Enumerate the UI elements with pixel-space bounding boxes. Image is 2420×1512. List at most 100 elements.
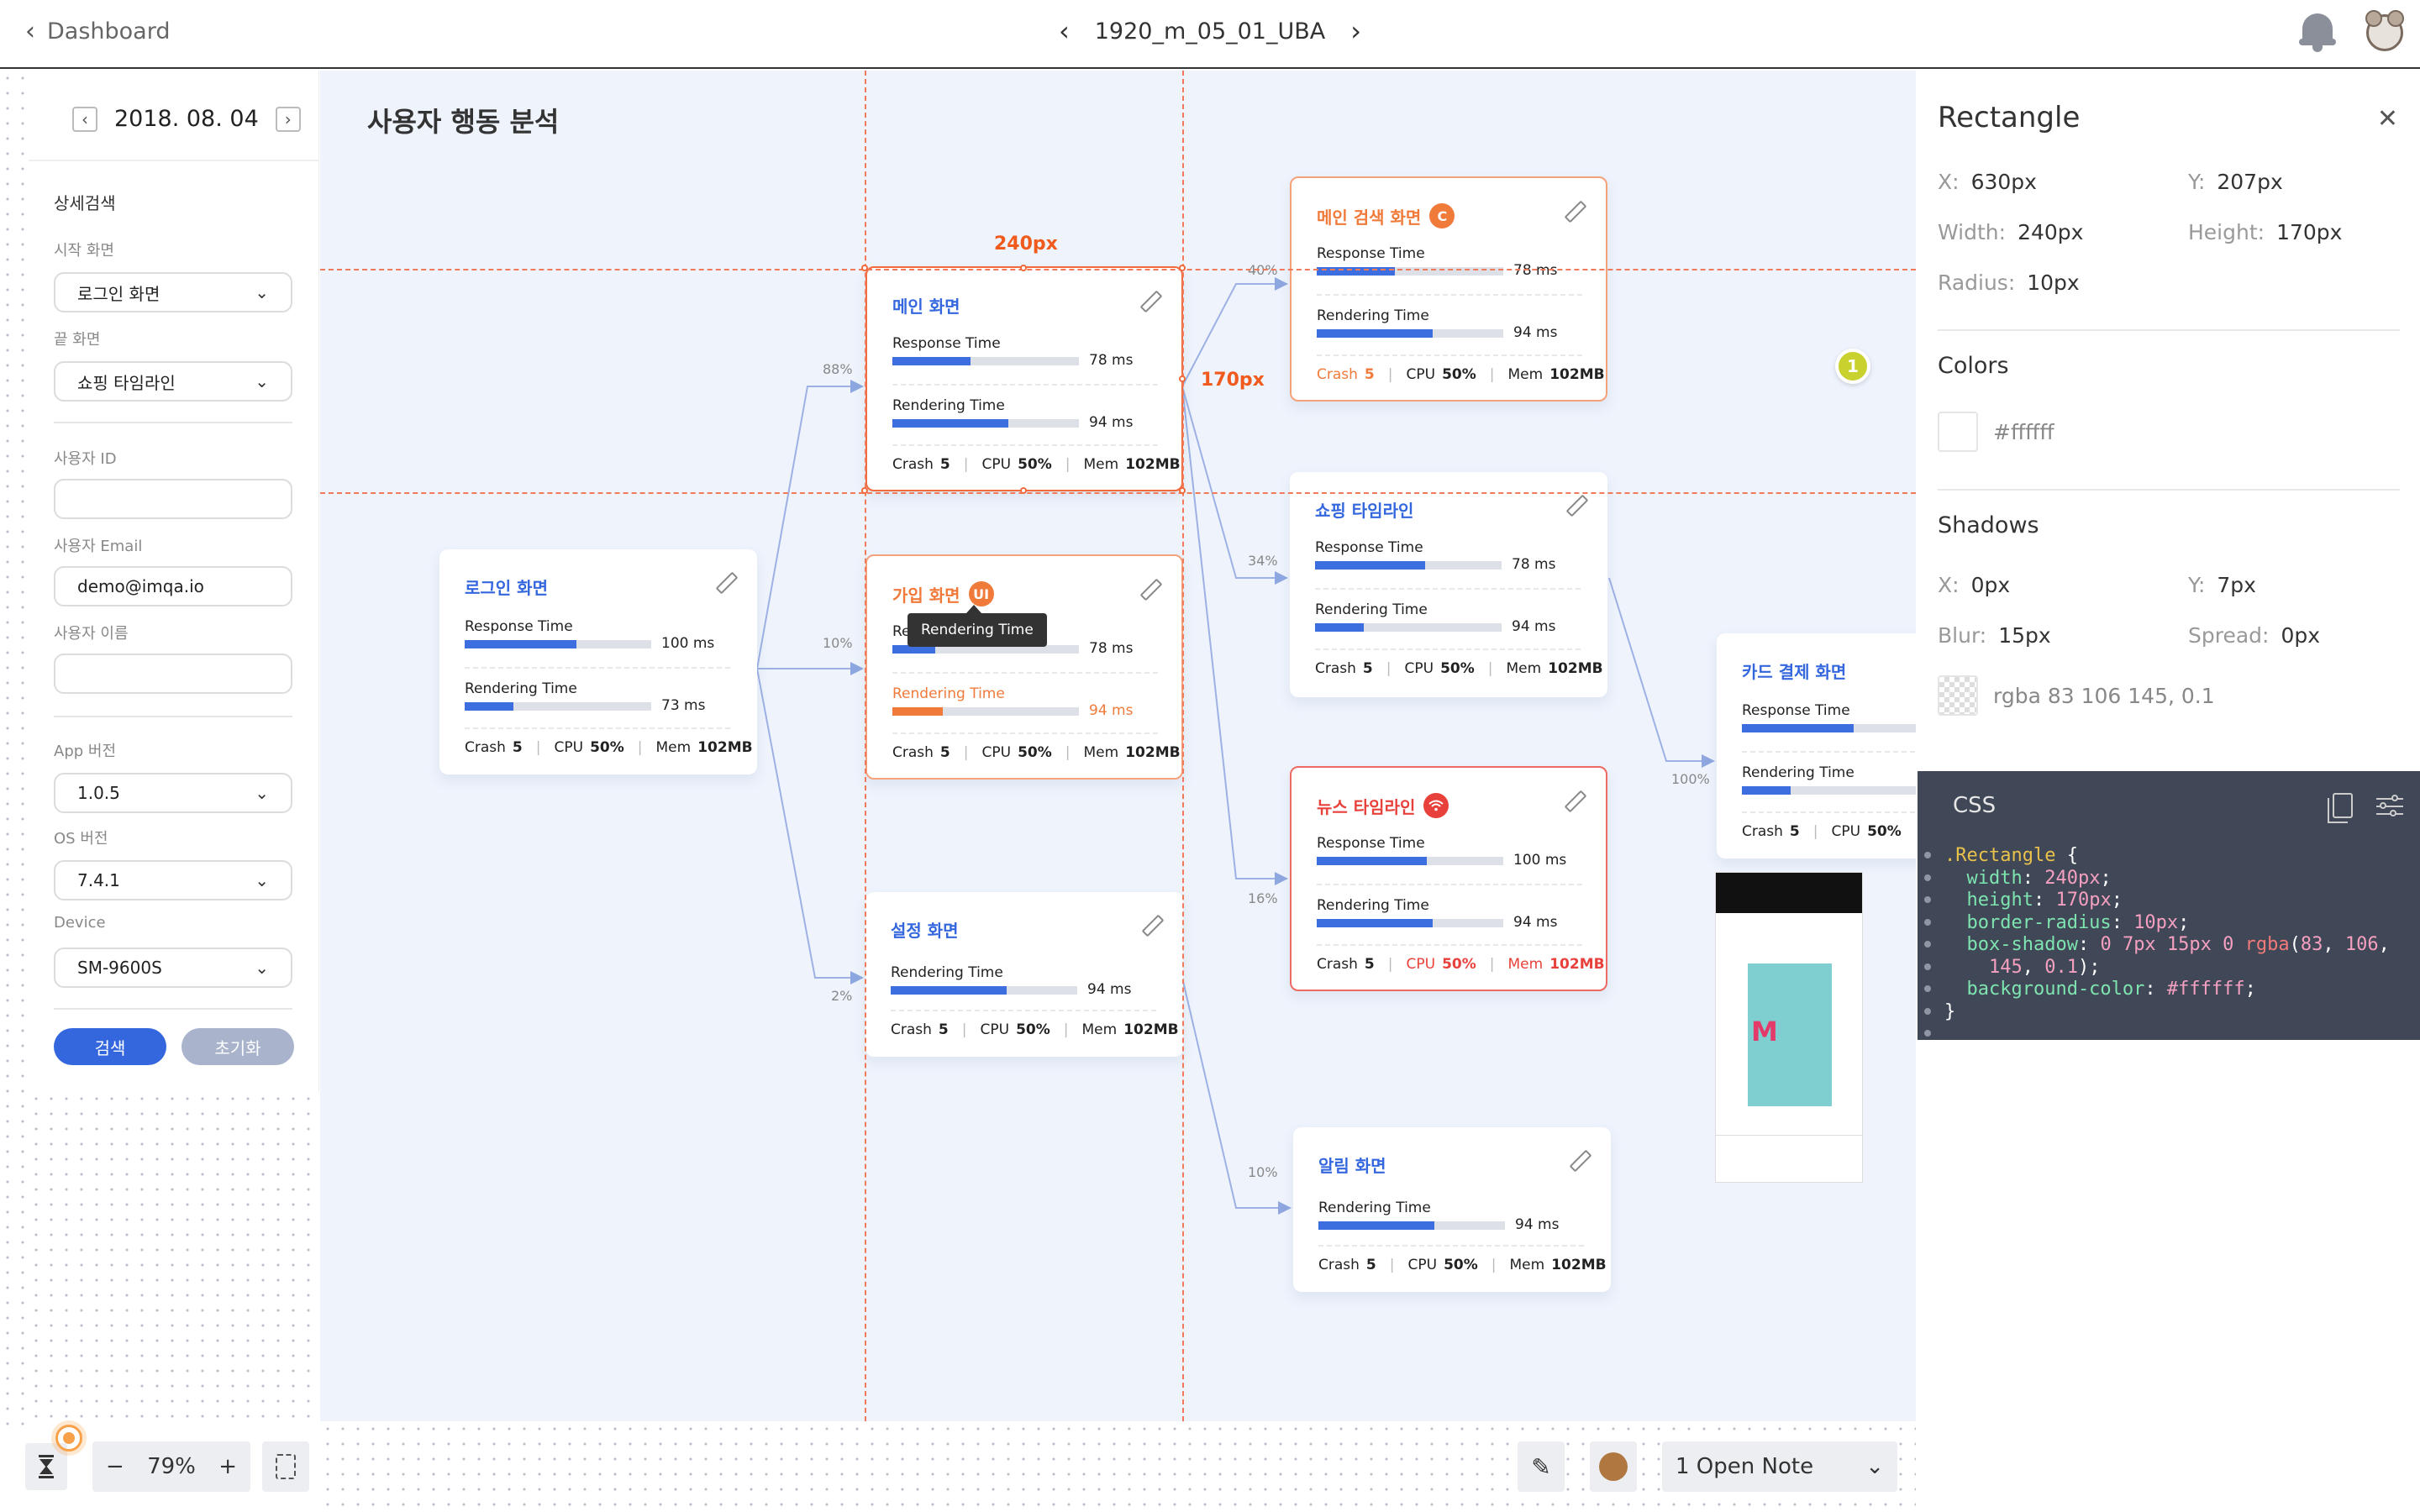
pipe: |	[1489, 366, 1495, 383]
pipe: |	[961, 1021, 967, 1038]
divider	[1317, 294, 1582, 296]
rendering-time-label: Rendering Time	[891, 964, 1003, 981]
zoom-in-button[interactable]: +	[218, 1454, 237, 1479]
edit-pencil-icon[interactable]	[1569, 1151, 1587, 1169]
divider	[892, 672, 1158, 674]
next-file-button[interactable]: ›	[1350, 15, 1361, 47]
bell-icon[interactable]	[2299, 12, 2336, 54]
card-stats: Crash 5 | CPU 50% | Mem 102MB	[1317, 366, 1605, 383]
cpu-value: 50%	[1016, 1021, 1050, 1038]
add-note-button[interactable]: ✎	[1518, 1441, 1565, 1492]
response-time-label: Response Time	[892, 335, 1001, 352]
css-panel-header: CSS	[1918, 771, 2420, 838]
edit-pencil-icon[interactable]	[1139, 291, 1158, 310]
device-value: SM-9600S	[77, 958, 162, 978]
divider	[1742, 811, 1916, 813]
cpu-label: CPU	[980, 1021, 1010, 1038]
color-swatch[interactable]	[1938, 412, 1978, 452]
tooltip: Rendering Time	[908, 605, 1047, 647]
rendering-time-value: 94 ms	[1087, 981, 1132, 998]
rendering-time-bar-fill	[891, 986, 1007, 995]
date-picker: ‹ 2018. 08. 04 ›	[72, 106, 301, 132]
card-stats: Crash 5 | CPU 50% | Mem 102MB	[1315, 660, 1603, 677]
shadow-y-label: Y:	[2188, 573, 2206, 597]
card-stats: Crash 5 | CPU 50% | Mem 102MB	[1317, 956, 1605, 973]
edit-pencil-icon[interactable]	[1139, 580, 1158, 598]
fit-screen-icon	[276, 1454, 296, 1479]
previous-file-button[interactable]: ‹	[1059, 15, 1070, 47]
rendering-time-bar-fill	[892, 419, 1008, 428]
open-note-select[interactable]: 1 Open Note ⌄	[1662, 1441, 1897, 1492]
filter-panel: ‹ 2018. 08. 04 › 상세검색 시작 화면 로그인 화면 ⌄ 끝 화…	[29, 71, 319, 1091]
start-screen-select[interactable]: 로그인 화면 ⌄	[54, 272, 292, 312]
prev-date-button[interactable]: ‹	[72, 106, 97, 132]
shadow-color-value: rgba 83 106 145, 0.1	[1993, 684, 2215, 708]
zoom-out-button[interactable]: −	[106, 1454, 124, 1479]
pipe: |	[1386, 660, 1392, 677]
screen-thumbnail[interactable]: M	[1715, 872, 1863, 1183]
os-version-select[interactable]: 7.4.1 ⌄	[54, 860, 292, 900]
shadow-spread-property: Spread: 0px	[2188, 623, 2320, 648]
resize-handle[interactable]	[1179, 375, 1186, 382]
user-avatar[interactable]	[2365, 10, 2404, 51]
reset-button[interactable]: 초기화	[182, 1028, 294, 1065]
divider	[1315, 588, 1581, 590]
screen-card-main[interactable]: 메인 화면 Response Time 78 ms Rendering Time…	[865, 266, 1183, 491]
file-navigator: ‹ 1920_m_05_01_UBA ›	[1059, 15, 1361, 47]
open-note-label: 1 Open Note	[1676, 1454, 1814, 1479]
rendering-time-bar-fill	[892, 707, 943, 716]
cpu-value: 50%	[1018, 744, 1052, 761]
edit-pencil-icon[interactable]	[1564, 791, 1582, 810]
screen-card-news[interactable]: 뉴스 타임라인 Response Time 100 ms Rendering T…	[1290, 766, 1607, 991]
crash-value: 5	[1362, 660, 1373, 677]
colors-title: Colors	[1938, 353, 2009, 379]
shadow-color-swatch[interactable]	[1938, 675, 1978, 716]
history-button[interactable]	[25, 1443, 67, 1490]
user-email-input[interactable]: demo@imqa.io	[54, 566, 292, 606]
fit-screen-button[interactable]	[262, 1441, 309, 1492]
css-code[interactable]: .Rectangle { width: 240px; height: 170px…	[1944, 845, 2390, 1023]
screen-card-signup[interactable]: 가입 화면 UI Re 78 ms Rendering Time 94 ms C…	[865, 554, 1183, 780]
resize-handle[interactable]	[861, 265, 868, 271]
user-id-input[interactable]	[54, 479, 292, 519]
pipe: |	[1387, 366, 1393, 383]
app-version-select[interactable]: 1.0.5 ⌄	[54, 773, 292, 813]
comment-pin[interactable]: 1	[1835, 349, 1870, 384]
resize-handle[interactable]	[1179, 487, 1186, 494]
resize-handle[interactable]	[1020, 487, 1027, 494]
copy-icon[interactable]	[2328, 793, 2353, 823]
search-button[interactable]: 검색	[54, 1028, 166, 1065]
cpu-label: CPU	[1406, 956, 1436, 973]
rendering-time-value: 73 ms	[661, 697, 706, 714]
settings-sliders-icon[interactable]	[2376, 795, 2403, 818]
rendering-time-value: 94 ms	[1089, 414, 1134, 431]
screen-card-alarm[interactable]: 알림 화면 Rendering Time 94 ms Crash 5 | CPU 50…	[1293, 1127, 1611, 1292]
edit-pencil-icon[interactable]	[1565, 496, 1584, 514]
thumbnail-footer	[1716, 1135, 1862, 1182]
next-date-button[interactable]: ›	[275, 106, 301, 132]
resize-handle[interactable]	[1179, 265, 1186, 271]
crash-label: Crash	[892, 744, 934, 761]
user-name-input[interactable]	[54, 654, 292, 694]
flow-canvas[interactable]: 사용자 행동 분석 88% 10% 2% 40% 34% 16% 10% 100…	[320, 71, 1916, 1421]
monkey-test-button[interactable]	[1590, 1441, 1637, 1492]
rendering-time-bar	[1742, 786, 1916, 795]
close-icon[interactable]: ✕	[2377, 104, 2398, 134]
cpu-label: CPU	[981, 456, 1012, 473]
edit-pencil-icon[interactable]	[1564, 202, 1582, 220]
edit-pencil-icon[interactable]	[1141, 916, 1160, 934]
resize-handle[interactable]	[861, 487, 868, 494]
resize-handle[interactable]	[1020, 265, 1027, 271]
device-select[interactable]: SM-9600S ⌄	[54, 948, 292, 988]
edit-pencil-icon[interactable]	[715, 573, 734, 591]
end-screen-select[interactable]: 쇼핑 타임라인 ⌄	[54, 361, 292, 402]
pipe: |	[1063, 1021, 1069, 1038]
screen-card-shopping[interactable]: 쇼핑 타임라인 Response Time 78 ms Rendering Ti…	[1290, 472, 1607, 697]
screen-card-settings[interactable]: 설정 화면 Rendering Time 94 ms Crash 5 | CPU 50…	[865, 892, 1183, 1057]
top-icons	[2299, 10, 2404, 54]
screen-card-card-payment[interactable]: 카드 결제 화면 Response Time Rendering Time Cr…	[1717, 633, 1916, 858]
back-to-dashboard-link[interactable]: ‹ Dashboard	[25, 17, 170, 46]
screen-card-main-search[interactable]: 메인 검색 화면 C Response Time 78 ms Rendering…	[1290, 176, 1607, 402]
inspector-panel: Rectangle ✕ X: 630px Y: 207px Width: 240px …	[1918, 71, 2420, 1512]
screen-card-login[interactable]: 로그인 화면 Response Time 100 ms Rendering Ti…	[439, 549, 757, 774]
